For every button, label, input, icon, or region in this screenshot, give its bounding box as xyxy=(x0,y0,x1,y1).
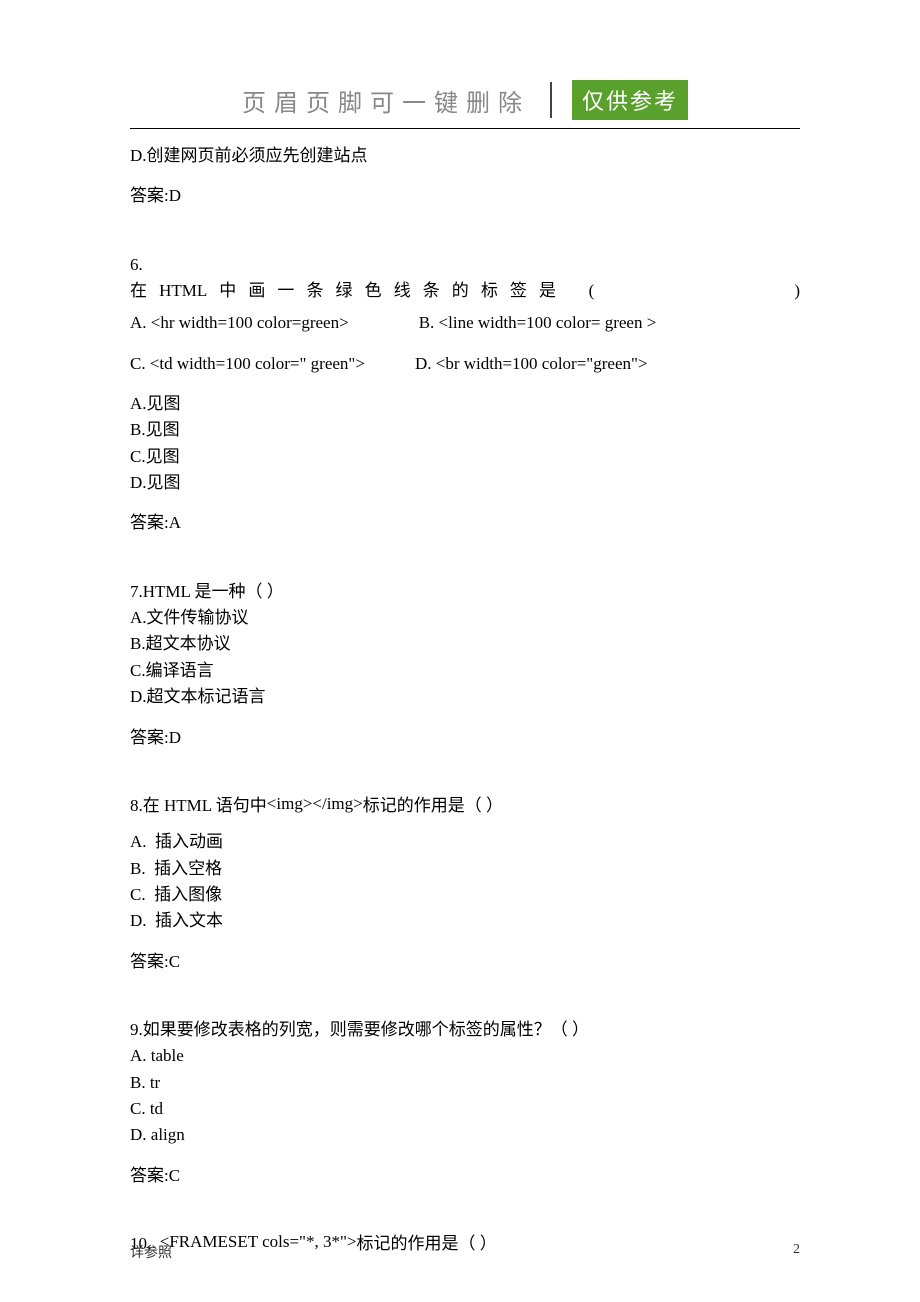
q8-stem-post: 标记的作用是（ ） xyxy=(363,793,503,819)
q6-stem: 在 HTML 中 画 一 条 绿 色 线 条 的 标 签 是 ( ) xyxy=(130,278,800,304)
q6-stem-char: 色 xyxy=(365,278,382,304)
q6-option-a: A.见图 xyxy=(130,391,800,417)
q5-option-d: D.创建网页前必须应先创建站点 xyxy=(130,143,800,169)
q8-answer: 答案:C xyxy=(130,949,800,975)
header-title: 页眉页脚可一键删除 xyxy=(242,83,530,118)
header-badge: 仅供参考 xyxy=(572,80,688,120)
q8-option-a: A. 插入动画 xyxy=(130,829,800,855)
q6-stem-char: 标 xyxy=(481,278,498,304)
q9-option-a: A. table xyxy=(130,1043,800,1069)
q6-img-d: D. <br width=100 color="green"> xyxy=(415,351,648,377)
q6-stem-char: 一 xyxy=(277,278,294,304)
q6-image-row-2: C. <td width=100 color=" green"> D. <br … xyxy=(130,351,800,377)
q6-number: 6. xyxy=(130,252,800,278)
q6-option-c: C.见图 xyxy=(130,444,800,470)
header-divider xyxy=(550,82,552,118)
q6-stem-char: 在 xyxy=(130,278,147,304)
q5-answer: 答案:D xyxy=(130,183,800,209)
footer-left: 详参照 xyxy=(130,1242,172,1262)
q8-option-c: C. 插入图像 xyxy=(130,882,800,908)
q7-answer: 答案:D xyxy=(130,725,800,751)
q6-stem-char: HTML xyxy=(159,278,207,304)
q6-stem-char: 的 xyxy=(452,278,469,304)
page-footer: 详参照 2 xyxy=(130,1242,800,1262)
q7-option-b: B.超文本协议 xyxy=(130,631,800,657)
q6-image-row-1: A. <hr width=100 color=green> B. <line w… xyxy=(130,310,800,336)
q6-paren-close: ) xyxy=(594,278,800,304)
q9-option-b: B. tr xyxy=(130,1070,800,1096)
q6-stem-char: 线 xyxy=(394,278,411,304)
q9-option-d: D. align xyxy=(130,1122,800,1148)
q6-stem-char: 签 xyxy=(510,278,527,304)
q6-stem-char: 条 xyxy=(423,278,440,304)
q9-option-c: C. td xyxy=(130,1096,800,1122)
q8-img-tag: <img></img> xyxy=(267,791,363,817)
q6-stem-char: 绿 xyxy=(336,278,353,304)
q6-stem-char: 是 xyxy=(539,278,556,304)
q7-stem: 7.HTML 是一种（ ） xyxy=(130,579,800,605)
q8-stem: 8.在 HTML 语句中 <img></img> 标记的作用是（ ） xyxy=(130,793,800,819)
q6-stem-char: 画 xyxy=(248,278,265,304)
q8-option-d: D. 插入文本 xyxy=(130,908,800,934)
q6-option-b: B.见图 xyxy=(130,417,800,443)
content-body: D.创建网页前必须应先创建站点 答案:D 6. 在 HTML 中 画 一 条 绿… xyxy=(130,143,800,1257)
q6-img-a: A. <hr width=100 color=green> xyxy=(130,310,349,336)
q6-option-d: D.见图 xyxy=(130,470,800,496)
q6-stem-char: 条 xyxy=(306,278,323,304)
q7-option-d: D.超文本标记语言 xyxy=(130,684,800,710)
q8-option-b: B. 插入空格 xyxy=(130,856,800,882)
document-page: 页眉页脚可一键删除 仅供参考 D.创建网页前必须应先创建站点 答案:D 6. 在… xyxy=(0,0,920,1302)
q7-option-c: C.编译语言 xyxy=(130,658,800,684)
q6-stem-char: 中 xyxy=(219,278,236,304)
q9-answer: 答案:C xyxy=(130,1163,800,1189)
q9-stem: 9.如果要修改表格的列宽，则需要修改哪个标签的属性？（ ） xyxy=(130,1017,800,1043)
q6-answer: 答案:A xyxy=(130,510,800,536)
page-number: 2 xyxy=(793,1242,800,1262)
q7-option-a: A.文件传输协议 xyxy=(130,605,800,631)
q8-stem-pre: 8.在 HTML 语句中 xyxy=(130,793,267,819)
q6-img-b: B. <line width=100 color= green > xyxy=(419,310,657,336)
page-header: 页眉页脚可一键删除 仅供参考 xyxy=(130,80,800,120)
header-rule xyxy=(130,128,800,129)
q6-img-c: C. <td width=100 color=" green"> xyxy=(130,351,365,377)
